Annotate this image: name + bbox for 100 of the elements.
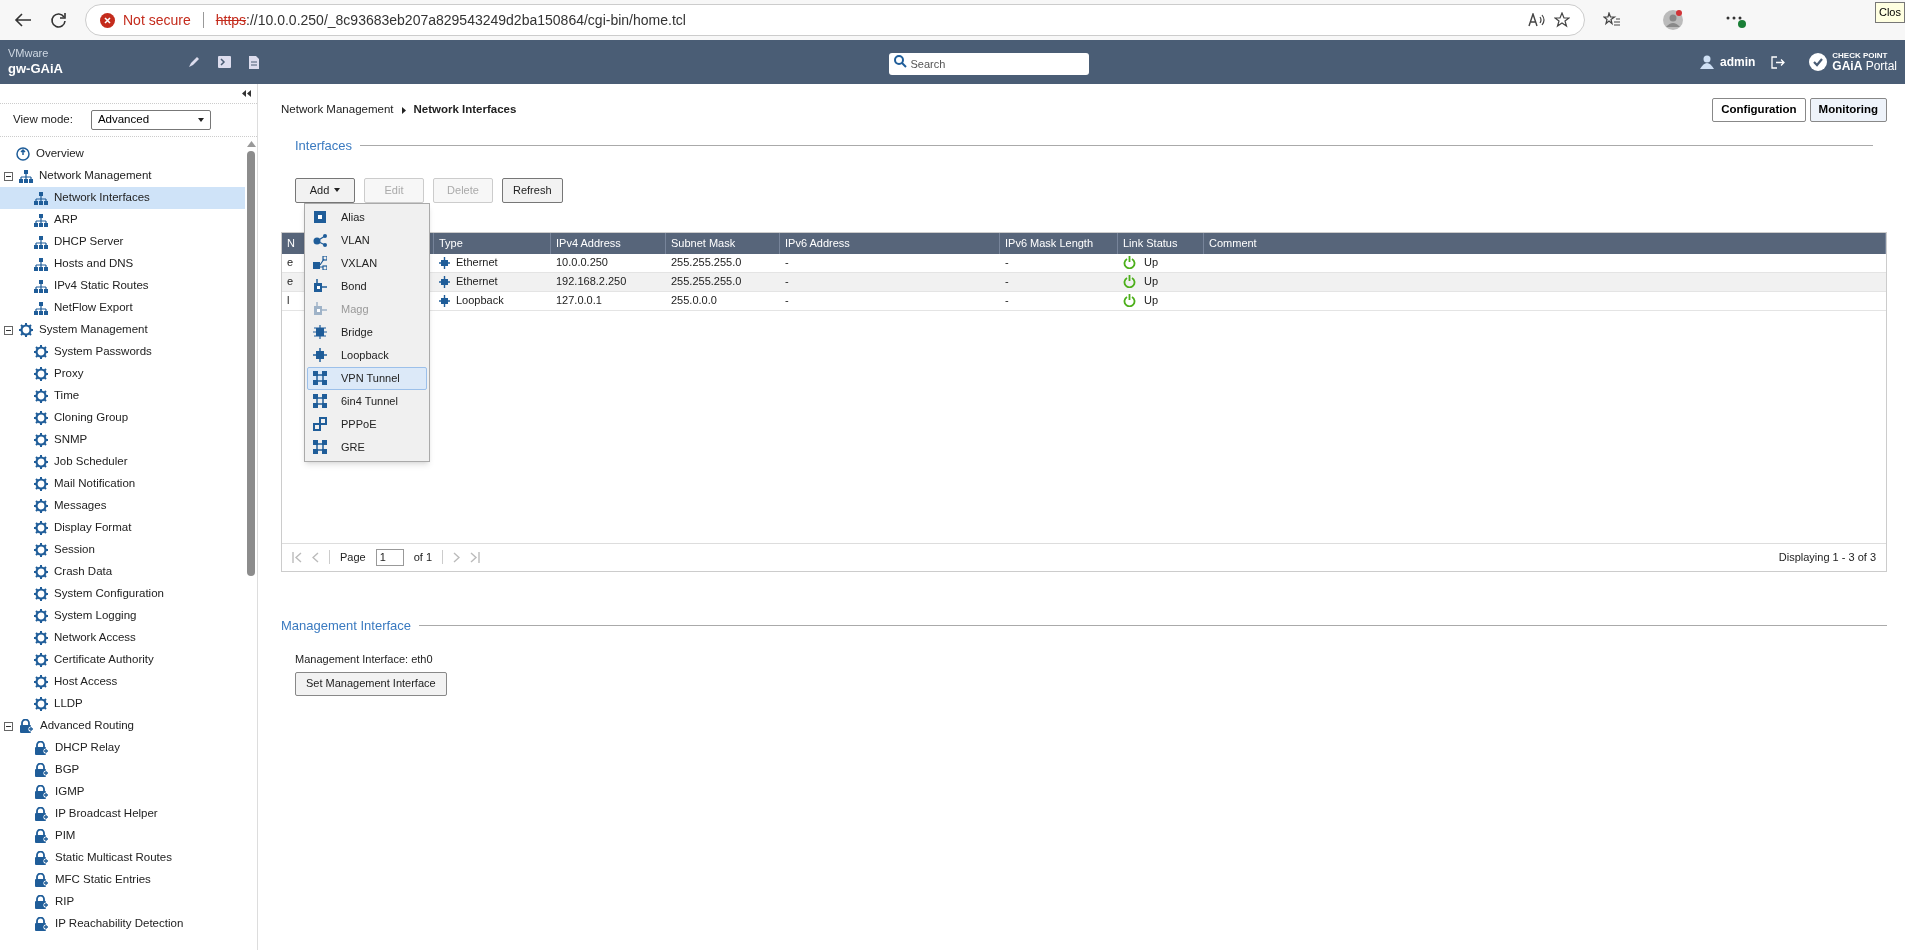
menu-item[interactable]: PPPoE <box>307 412 427 436</box>
table-cell-text: Up <box>1144 255 1159 271</box>
tree-item[interactable]: Crash Data <box>0 561 245 583</box>
tree-item[interactable]: IPv4 Static Routes <box>0 275 245 297</box>
scrollbar-thumb[interactable] <box>247 151 255 576</box>
tree-item[interactable]: DHCP Server <box>0 231 245 253</box>
table-cell-text: - <box>1005 274 1009 290</box>
tree-item[interactable]: Session <box>0 539 245 561</box>
tree-item[interactable]: Hosts and DNS <box>0 253 245 275</box>
tree-item[interactable]: System Passwords <box>0 341 245 363</box>
page-field[interactable]: 1 <box>375 548 404 566</box>
favorites-icon[interactable] <box>1603 12 1621 28</box>
tree-item[interactable]: NetFlow Export <box>0 297 245 319</box>
column-header[interactable]: Type <box>434 232 551 254</box>
tree-item[interactable]: DHCP Relay <box>0 737 245 759</box>
tree-item[interactable]: IP Broadcast Helper <box>0 803 245 825</box>
tree-item[interactable]: Messages <box>0 495 245 517</box>
tree-item[interactable]: RIP <box>0 891 245 913</box>
tree-item[interactable]: IP Reachability Detection <box>0 913 245 935</box>
logout-icon[interactable] <box>1771 55 1786 69</box>
table-cell-text: Up <box>1144 274 1159 290</box>
tree-item[interactable]: Cloning Group <box>0 407 245 429</box>
menu-item[interactable]: Alias <box>307 205 427 229</box>
table-cell-text: 255.0.0.0 <box>671 293 717 309</box>
column-header[interactable]: Link Status <box>1118 232 1204 254</box>
gear-icon <box>34 389 48 403</box>
back-icon[interactable] <box>14 12 32 28</box>
plug-icon <box>313 279 327 293</box>
tree-item[interactable]: System Logging <box>0 605 245 627</box>
collapse-toggle[interactable] <box>4 721 13 731</box>
section-title: Interfaces <box>295 137 353 155</box>
collapse-toggle[interactable] <box>4 325 13 335</box>
tree-item[interactable]: Static Multicast Routes <box>0 847 245 869</box>
tree-item[interactable]: Job Scheduler <box>0 451 245 473</box>
toolbar-button[interactable]: Refresh <box>502 177 563 203</box>
mode-button[interactable]: Configuration <box>1712 98 1806 122</box>
tree-item[interactable]: Display Format <box>0 517 245 539</box>
network-icon <box>19 169 33 183</box>
pencil-icon[interactable] <box>188 56 200 68</box>
search-icon <box>894 55 908 68</box>
profile-icon[interactable] <box>1663 10 1683 30</box>
tree-item[interactable]: MFC Static Entries <box>0 869 245 891</box>
scroll-up-icon[interactable] <box>246 141 256 147</box>
tree-item[interactable]: Network Interfaces <box>0 187 245 209</box>
menu-item[interactable]: GRE <box>307 435 427 459</box>
gear-icon <box>34 653 48 667</box>
view-mode-label: View mode: <box>13 112 73 128</box>
username[interactable]: admin <box>1719 53 1756 71</box>
terminal-icon[interactable] <box>218 56 231 68</box>
tree-item[interactable]: Mail Notification <box>0 473 245 495</box>
mode-button[interactable]: Monitoring <box>1809 98 1887 122</box>
tree-item[interactable]: Network Management <box>0 165 245 187</box>
star-icon[interactable] <box>1554 12 1570 28</box>
document-icon[interactable] <box>249 55 259 69</box>
refresh-icon[interactable] <box>50 11 67 29</box>
menu-item[interactable]: Bond <box>307 274 427 298</box>
column-header[interactable]: Subnet Mask <box>666 232 780 254</box>
set-management-button[interactable]: Set Management Interface <box>295 671 447 696</box>
collapse-icon[interactable] <box>242 90 251 97</box>
tree-item[interactable]: Time <box>0 385 245 407</box>
tree-item[interactable]: IGMP <box>0 781 245 803</box>
tree-item[interactable]: Proxy <box>0 363 245 385</box>
network-icon <box>34 257 48 271</box>
table-cell-text: 10.0.0.250 <box>556 255 608 271</box>
menu-item[interactable]: VLAN <box>307 228 427 252</box>
breadcrumb-current: Network Interfaces <box>413 102 517 118</box>
section-title: Management Interface <box>281 616 412 635</box>
breadcrumb-link[interactable]: Network Management <box>281 101 394 119</box>
column-header[interactable]: IPv6 Address <box>780 232 1000 254</box>
menu-item[interactable]: Loopback <box>307 343 427 367</box>
read-aloud-icon[interactable] <box>1528 13 1546 27</box>
menu-item[interactable]: 6in4 Tunnel <box>307 389 427 413</box>
tree-item[interactable]: Advanced Routing <box>0 715 245 737</box>
tree-item[interactable]: Overview <box>0 143 245 165</box>
column-header[interactable]: IPv4 Address <box>551 232 666 254</box>
tree-item[interactable]: Certificate Authority <box>0 649 245 671</box>
tree-item[interactable]: ARP <box>0 209 245 231</box>
tree-item[interactable]: Network Access <box>0 627 245 649</box>
view-mode-select[interactable]: Advanced <box>90 110 211 130</box>
network-icon <box>34 235 48 249</box>
column-header[interactable]: Comment <box>1204 232 1886 254</box>
toolbar-button[interactable]: Add <box>295 177 355 203</box>
tree-item[interactable]: System Configuration <box>0 583 245 605</box>
tree-item[interactable]: LLDP <box>0 693 245 715</box>
search-field[interactable]: Search <box>889 53 1090 75</box>
tree-item[interactable]: BGP <box>0 759 245 781</box>
address-bar[interactable]: Not secure https://10.0.0.250/_8c93683eb207a829543249d2ba150864/cgi-bin/home.tcl <box>85 4 1585 36</box>
column-header[interactable]: IPv6 Mask Length <box>1000 232 1118 254</box>
table-cell-text: 192.168.2.250 <box>556 274 627 290</box>
vendor-label: VMware <box>8 47 50 61</box>
tree-item[interactable]: Host Access <box>0 671 245 693</box>
table-cell-text: e <box>287 274 294 290</box>
tree-item[interactable]: System Management <box>0 319 245 341</box>
collapse-toggle[interactable] <box>4 171 13 181</box>
menu-item[interactable]: VXLAN <box>307 251 427 275</box>
tree-item[interactable]: PIM <box>0 825 245 847</box>
tree-item[interactable]: SNMP <box>0 429 245 451</box>
menu-item[interactable]: Bridge <box>307 320 427 344</box>
menu-item[interactable]: VPN Tunnel <box>307 366 427 390</box>
network-icon <box>34 301 48 315</box>
